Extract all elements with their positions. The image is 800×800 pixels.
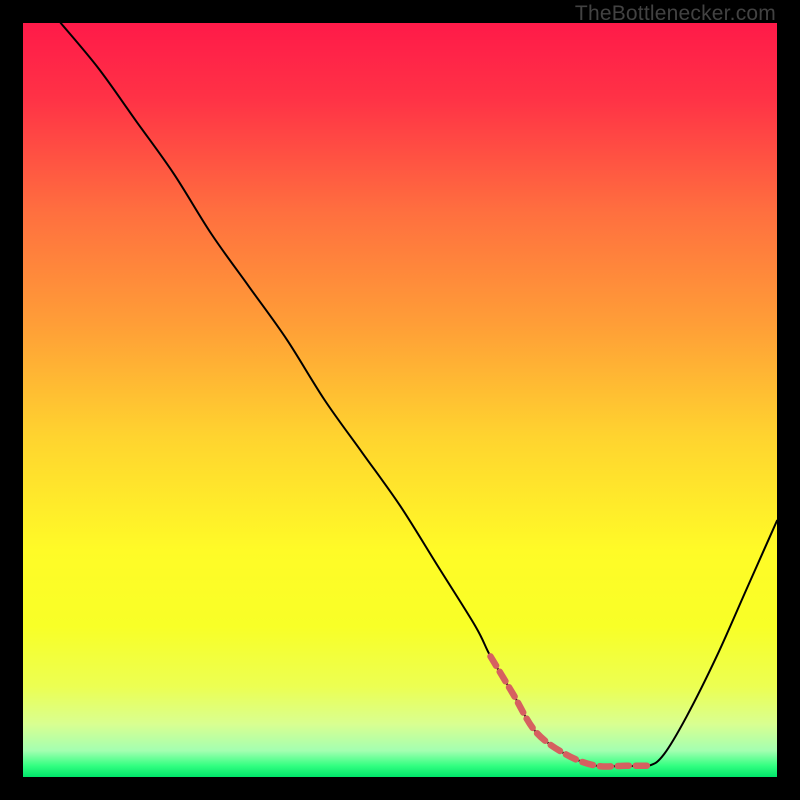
watermark-text: TheBottlenecker.com <box>575 2 776 26</box>
chart-background <box>23 23 777 777</box>
chart-frame <box>23 23 777 777</box>
bottleneck-chart <box>23 23 777 777</box>
